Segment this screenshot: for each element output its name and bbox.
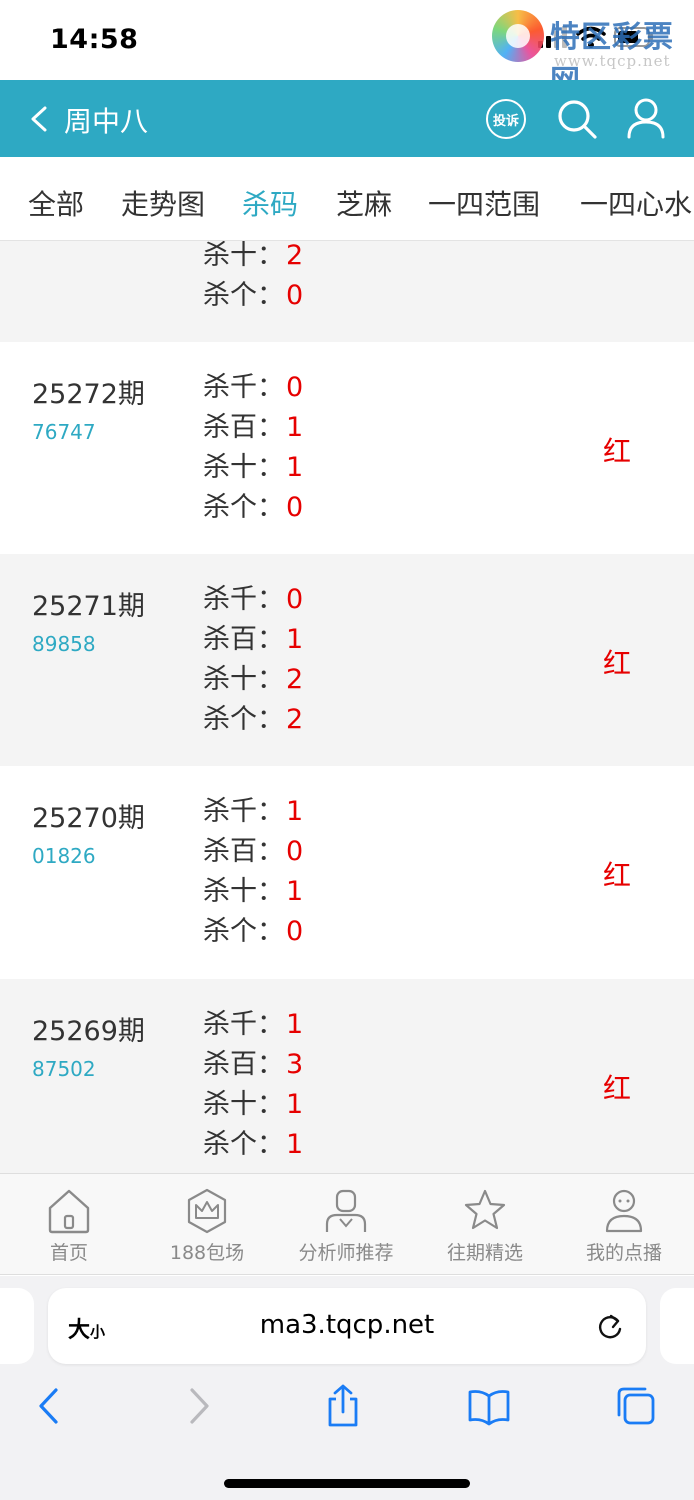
browser-forward-icon[interactable]: [176, 1384, 220, 1428]
kill-line: 杀百：0: [203, 836, 304, 867]
crown-icon: [187, 1188, 227, 1234]
tab-kill-code[interactable]: 杀码: [242, 183, 298, 223]
nav-my-orders[interactable]: 我的点播: [555, 1174, 693, 1274]
address-bar[interactable]: 大小 ma3.tqcp.net: [48, 1288, 646, 1364]
issue-number: 25269期: [32, 1016, 145, 1047]
tab-range[interactable]: 一四范围: [428, 183, 540, 223]
result-badge: 红: [603, 1072, 632, 1105]
url-text[interactable]: ma3.tqcp.net: [48, 1310, 646, 1340]
bookmarks-icon[interactable]: [467, 1384, 511, 1428]
nav-label: 分析师推荐: [298, 1242, 394, 1264]
kill-line: 杀十：1: [203, 1089, 304, 1120]
list-item: 杀十：2 杀个：0: [0, 241, 694, 342]
kill-line: 杀百：1: [203, 624, 304, 655]
tab-all[interactable]: 全部: [28, 183, 84, 223]
complaint-label: 投诉: [492, 113, 519, 129]
draw-number: 89858: [32, 632, 96, 656]
list-item[interactable]: 25270期 01826 杀千：1 杀百：0 杀十：1 杀个：0 红: [0, 766, 694, 979]
complaint-button[interactable]: 投诉: [486, 99, 526, 139]
kill-line: 杀千：0: [203, 372, 304, 403]
list-item[interactable]: 25272期 76747 杀千：0 杀百：1 杀十：1 杀个：0 红: [0, 342, 694, 554]
nav-label: 我的点播: [585, 1242, 662, 1264]
next-tab-preview[interactable]: [660, 1288, 694, 1364]
browser-chrome: 大小 ma3.tqcp.net: [0, 1276, 694, 1500]
kill-line: 杀十：2: [203, 241, 304, 271]
kill-line: 杀个：1: [203, 1129, 304, 1160]
nav-label: 188包场: [169, 1242, 245, 1264]
draw-number: 76747: [32, 420, 96, 444]
kill-code-list: 杀十：2 杀个：0 25272期 76747 杀千：0 杀百：1 杀十：1 杀个…: [0, 241, 694, 1173]
previous-tab-preview[interactable]: [0, 1288, 34, 1364]
browser-back-icon[interactable]: [28, 1384, 72, 1428]
kill-line: 杀千：1: [203, 796, 304, 827]
nav-past-picks[interactable]: 往期精选: [416, 1174, 554, 1274]
nav-analyst[interactable]: 分析师推荐: [277, 1174, 415, 1274]
star-icon: [464, 1189, 506, 1230]
kill-line: 杀百：1: [203, 412, 304, 443]
result-badge: 红: [603, 859, 632, 892]
profile-icon: [605, 1189, 643, 1233]
kill-line: 杀百：3: [203, 1049, 304, 1080]
kill-line: 杀十：1: [203, 452, 304, 483]
kill-line: 杀千：0: [203, 584, 304, 615]
kill-line: 杀个：0: [203, 492, 304, 523]
issue-number: 25270期: [32, 803, 145, 834]
reload-icon[interactable]: [596, 1312, 624, 1342]
app-header: 周中八 投诉: [0, 80, 694, 157]
result-badge: 红: [603, 647, 632, 680]
kill-line: 杀十：2: [203, 664, 304, 695]
status-bar: 14:58 特区彩票网 www.tqcp.net: [0, 0, 694, 99]
kill-line: 杀千：1: [203, 1009, 304, 1040]
result-badge: 红: [603, 435, 632, 468]
watermark: 特区彩票网 www.tqcp.net: [492, 8, 688, 99]
category-tabs: 全部 走势图 杀码 芝麻 一四范围 一四心水: [0, 157, 694, 241]
issue-number: 25271期: [32, 591, 145, 622]
back-chevron-icon[interactable]: [28, 106, 50, 132]
tab-trend[interactable]: 走势图: [121, 183, 205, 223]
tab-heart[interactable]: 一四心水: [580, 183, 692, 223]
draw-number: 87502: [32, 1057, 96, 1081]
status-time: 14:58: [50, 24, 139, 55]
kill-line: 杀个：0: [203, 280, 304, 311]
draw-number: 01826: [32, 844, 96, 868]
nav-label: 往期精选: [446, 1242, 523, 1264]
user-icon[interactable]: [626, 97, 666, 139]
tabs-icon[interactable]: [614, 1384, 658, 1428]
analyst-icon: [325, 1189, 367, 1232]
issue-number: 25272期: [32, 379, 145, 410]
watermark-logo-icon: [492, 10, 544, 62]
list-item[interactable]: 25271期 89858 杀千：0 杀百：1 杀十：2 杀个：2 红: [0, 554, 694, 766]
kill-line: 杀十：1: [203, 876, 304, 907]
kill-line: 杀个：0: [203, 916, 304, 947]
list-item[interactable]: 25269期 87502 杀千：1 杀百：3 杀十：1 杀个：1 红: [0, 979, 694, 1173]
nav-home[interactable]: 首页: [0, 1174, 138, 1274]
page-title: 周中八: [64, 105, 149, 138]
home-indicator[interactable]: [224, 1479, 470, 1488]
nav-label: 首页: [49, 1242, 88, 1264]
home-icon: [48, 1189, 90, 1234]
share-icon[interactable]: [321, 1384, 365, 1428]
watermark-url: www.tqcp.net: [554, 52, 671, 70]
nav-188[interactable]: 188包场: [138, 1174, 276, 1274]
tab-sesame[interactable]: 芝麻: [336, 183, 392, 223]
bottom-nav: 首页 188包场 分析师推荐 往期精选 我的点播: [0, 1173, 694, 1275]
search-icon[interactable]: [556, 98, 598, 140]
kill-line: 杀个：2: [203, 704, 304, 735]
